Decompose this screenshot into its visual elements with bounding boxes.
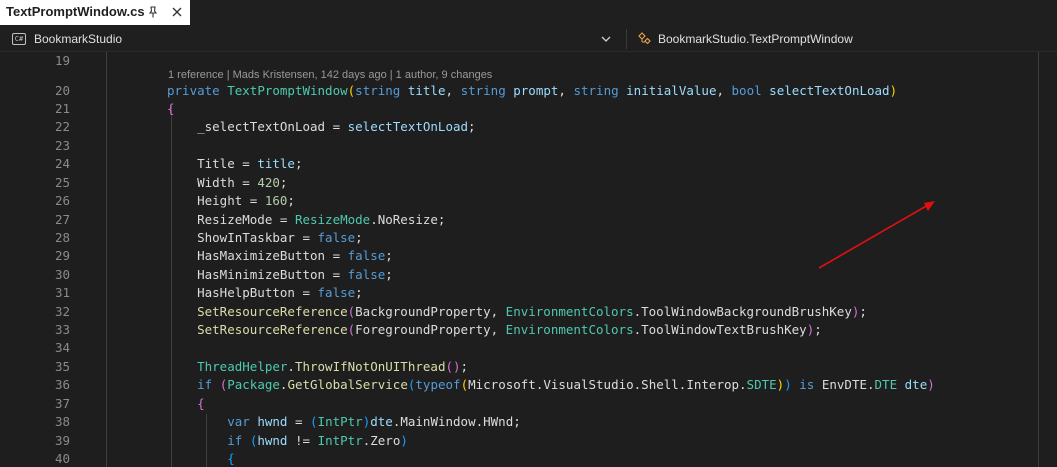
csharp-project-icon: C# — [12, 33, 26, 45]
class-icon — [638, 32, 651, 45]
document-tab-strip: TextPromptWindow.cs — [0, 0, 1057, 25]
annotation-arrow — [818, 201, 935, 269]
project-dropdown[interactable]: C# BookmarkStudio — [8, 29, 620, 49]
tab-title: TextPromptWindow.cs — [6, 4, 145, 19]
member-dropdown[interactable]: BookmarkStudio.TextPromptWindow — [626, 29, 1057, 49]
navigation-bar: C# BookmarkStudio BookmarkStudio.TextPro… — [0, 27, 1057, 52]
pin-icon[interactable] — [146, 5, 160, 19]
chevron-down-icon[interactable] — [600, 33, 612, 45]
member-name: BookmarkStudio.TextPromptWindow — [658, 32, 853, 46]
close-icon[interactable] — [170, 5, 184, 19]
tab-textpromptwindow[interactable]: TextPromptWindow.cs — [0, 0, 190, 25]
project-name: BookmarkStudio — [34, 32, 123, 46]
code-editor[interactable]: 19 20 21 22 23 24 25 26 27 28 29 30 31 32 33 34 35 36 37 38… — [0, 52, 1057, 467]
